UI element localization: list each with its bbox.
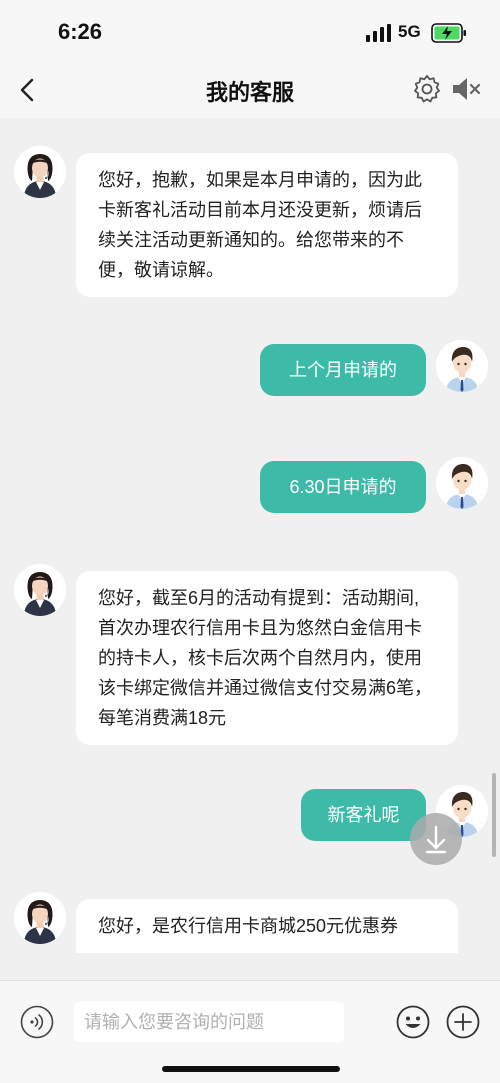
status-bar: 6:26 5G <box>0 0 500 62</box>
user-message-bubble: 上个月申请的 <box>260 344 426 396</box>
battery-charging-icon <box>431 23 466 43</box>
speaker-muted-icon[interactable] <box>450 74 482 104</box>
agent-message-bubble: 您好，截至6月的活动有提到：活动期间,首次办理农行信用卡且为悠然白金信用卡的持卡… <box>76 571 458 745</box>
status-time: 6:26 <box>58 19 103 44</box>
user-avatar <box>436 457 488 509</box>
voice-wave-icon[interactable] <box>20 1005 54 1039</box>
scroll-to-bottom-button[interactable] <box>410 813 462 865</box>
scrollbar[interactable] <box>492 773 496 857</box>
smiley-icon[interactable] <box>396 1005 430 1039</box>
signal-bars-icon <box>366 24 391 42</box>
nav-header: 我的客服 <box>0 62 500 118</box>
agent-message-bubble: 您好，抱歉，如果是本月申请的，因为此卡新客礼活动目前本月还没更新，烦请后续关注活… <box>76 153 458 297</box>
network-label: 5G <box>398 22 421 41</box>
agent-avatar <box>14 892 66 944</box>
agent-avatar <box>14 564 66 616</box>
agent-avatar <box>14 146 66 198</box>
arrow-down-icon <box>425 825 447 854</box>
plus-circle-icon[interactable] <box>446 1005 480 1039</box>
user-message-bubble: 6.30日申请的 <box>260 461 426 513</box>
user-message-bubble: 新客礼呢 <box>301 789 426 841</box>
agent-message-bubble: 您好，是农行信用卡商城250元优惠券 <box>76 899 458 953</box>
user-avatar <box>436 340 488 392</box>
message-input[interactable] <box>74 1002 344 1042</box>
home-indicator[interactable] <box>162 1066 340 1072</box>
gear-icon[interactable] <box>412 74 442 104</box>
chat-screen: 6:26 5G 我的客服 您好，抱歉，如果是本月申请的，因为此卡新客礼活动目前本… <box>0 0 500 1083</box>
